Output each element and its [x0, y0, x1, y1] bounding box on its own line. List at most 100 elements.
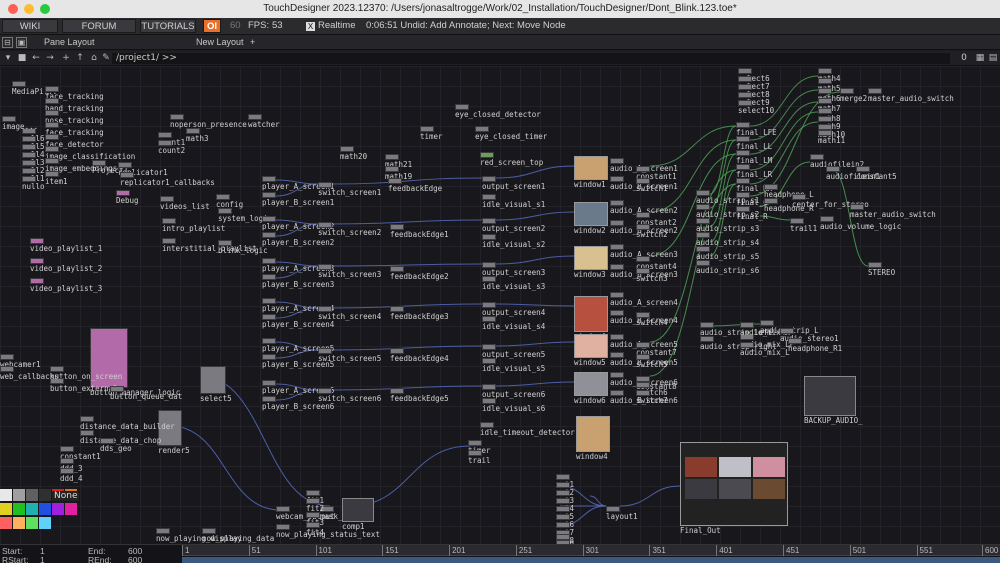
- timeline-tick: 1: [182, 545, 189, 556]
- top-wire: [495, 255, 575, 265]
- node-tile[interactable]: [574, 334, 608, 358]
- pane-layout-label[interactable]: Pane Layout: [44, 37, 95, 47]
- top-wire: [495, 211, 575, 221]
- color-swatch[interactable]: [13, 503, 25, 515]
- node-label: idle_visual_s6: [482, 404, 546, 413]
- color-swatch[interactable]: [26, 503, 38, 515]
- node-label: window5: [574, 358, 606, 367]
- color-swatch[interactable]: [39, 489, 51, 501]
- stop-icon[interactable]: ■: [16, 53, 28, 64]
- add-layout-button[interactable]: +: [250, 37, 255, 47]
- add-icon[interactable]: +: [60, 53, 72, 64]
- color-swatch[interactable]: [39, 517, 51, 529]
- timeline-tick: 401: [716, 545, 733, 556]
- node-label: idle_timeout_detector: [480, 428, 575, 437]
- node-label: noperson_presence: [170, 120, 247, 129]
- timeline-tick: 201: [449, 545, 465, 556]
- grid-view-icon[interactable]: ▦: [974, 53, 986, 64]
- back-arrow-icon[interactable]: ←: [30, 53, 42, 64]
- color-swatch[interactable]: [39, 503, 51, 515]
- node-label: Final_Out: [680, 526, 721, 535]
- network-path-field[interactable]: /project1/ >>: [112, 53, 950, 64]
- pane-split-icon[interactable]: ⊟: [2, 37, 13, 48]
- forum-button[interactable]: FORUM: [62, 19, 136, 33]
- fps-value: 53: [272, 20, 283, 31]
- timeline-tick: 600: [982, 545, 998, 556]
- node-label: window3: [574, 270, 606, 279]
- color-swatch[interactable]: [13, 517, 25, 529]
- node-label: feedbackEdge2: [390, 272, 449, 281]
- rstart-value[interactable]: 1: [40, 555, 45, 563]
- title-bar: TouchDesigner 2023.12370: /Users/jonasal…: [0, 0, 1000, 18]
- color-swatch[interactable]: [52, 503, 64, 515]
- node-label: distance_data_builder: [80, 422, 175, 431]
- node-tile[interactable]: [680, 442, 788, 526]
- node-tile[interactable]: [342, 498, 374, 522]
- node-tile[interactable]: [574, 202, 608, 226]
- top-wire: [495, 341, 575, 347]
- node-label: now_playing_status_text: [276, 530, 380, 539]
- forward-arrow-icon[interactable]: →: [44, 53, 56, 64]
- node-label: idle_visual_s2: [482, 240, 546, 249]
- network-editor[interactable]: MediaPi... face_tracking hand_tracking pose…: [0, 66, 1000, 544]
- timeline-tick: 351: [649, 545, 666, 556]
- node-label: constant5: [856, 172, 897, 181]
- pane-layout-icon[interactable]: ▣: [16, 37, 27, 48]
- node-tile[interactable]: [804, 376, 856, 416]
- panel-toggle-icon[interactable]: ▤: [987, 53, 999, 64]
- node-label: feedbackEdge1: [390, 230, 449, 239]
- node-label: item1: [45, 177, 68, 186]
- node-label: button_queue_dat: [110, 392, 183, 401]
- node-tile[interactable]: [200, 366, 226, 394]
- new-layout-button[interactable]: New Layout: [196, 37, 244, 47]
- color-swatch[interactable]: [26, 489, 38, 501]
- tutorials-button[interactable]: TUTORIALS: [140, 19, 196, 33]
- timeline-tick: 151: [382, 545, 399, 556]
- node-label: nullo: [22, 182, 45, 191]
- realtime-label: Realtime: [318, 20, 356, 31]
- oi-button[interactable]: OI: [203, 19, 221, 33]
- node-tile[interactable]: [574, 156, 608, 180]
- node-label: now_playing_data: [202, 534, 275, 543]
- color-swatch[interactable]: [26, 517, 38, 529]
- node-label: feedbackEdge5: [390, 394, 449, 403]
- node-tile[interactable]: [576, 416, 610, 452]
- node-label: layout1: [606, 512, 638, 521]
- top-wire: [495, 303, 575, 307]
- realtime-checkbox[interactable]: X: [306, 22, 315, 31]
- color-swatch[interactable]: [13, 489, 25, 501]
- color-swatch[interactable]: [0, 503, 12, 515]
- menu-icon[interactable]: ▾: [2, 53, 14, 64]
- node-label: switch_screen2: [318, 228, 382, 237]
- node-label: math11: [818, 136, 846, 145]
- node-label: videos_list: [160, 202, 210, 211]
- top-wire: [331, 385, 483, 391]
- node-label: render5: [158, 446, 190, 455]
- palette-none-label[interactable]: None: [52, 491, 80, 501]
- rend-value[interactable]: 600: [128, 555, 142, 563]
- timeline-tick: 51: [248, 545, 261, 556]
- path-bar: ▾ ■ ← → + ↑ ⌂ ✎ /project1/ >> 0 ▦ ▤: [0, 51, 1000, 66]
- node-label: select10: [738, 106, 775, 115]
- node-label: math3: [186, 134, 209, 143]
- home-icon[interactable]: ⌂: [88, 53, 100, 64]
- edit-path-icon[interactable]: ✎: [100, 53, 112, 64]
- node-tile[interactable]: [574, 372, 608, 396]
- node-label: switch_screen3: [318, 270, 382, 279]
- node-label: switch_screen6: [318, 394, 382, 403]
- node-label: web_callbacks: [0, 372, 59, 381]
- timeline-playbar[interactable]: [182, 557, 1000, 563]
- node-label: player_B_screen4: [262, 320, 335, 329]
- node-tile[interactable]: [574, 246, 608, 270]
- node-label: audio_volume_logic: [820, 222, 902, 231]
- color-swatch[interactable]: [0, 517, 12, 529]
- node-tile[interactable]: [574, 296, 608, 332]
- top-wire: [495, 165, 575, 179]
- wiki-button[interactable]: WIKI: [2, 19, 58, 33]
- color-swatch[interactable]: [65, 503, 77, 515]
- up-arrow-icon[interactable]: ↑: [74, 53, 86, 64]
- timeline-ruler[interactable]: 1 51 101 151 201 251 301 351 401 451 501 551 600: [182, 545, 1000, 556]
- node-label: output_screen1: [482, 182, 546, 191]
- color-swatch[interactable]: [0, 489, 12, 501]
- node-label: player_B_screen2: [262, 238, 335, 247]
